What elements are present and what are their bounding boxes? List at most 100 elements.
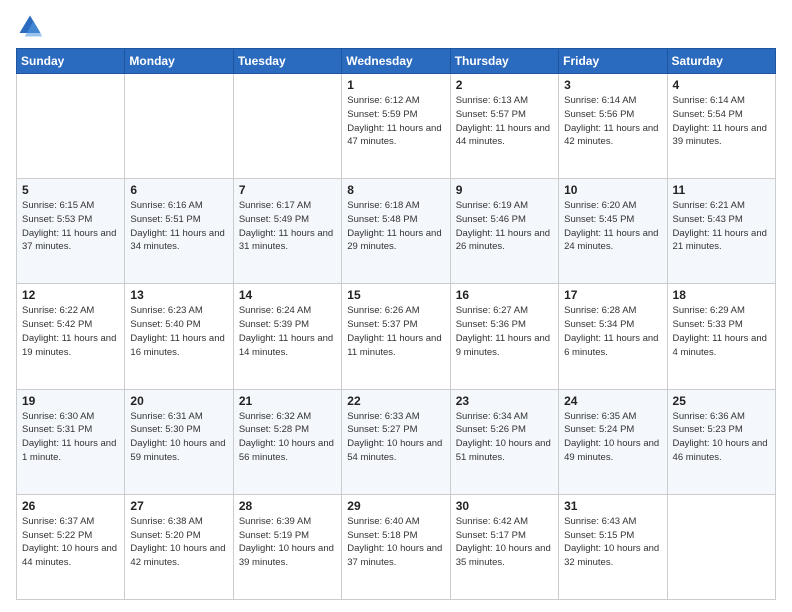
- day-info: Sunrise: 6:12 AM Sunset: 5:59 PM Dayligh…: [347, 94, 444, 149]
- weekday-header-sunday: Sunday: [17, 49, 125, 74]
- day-number: 23: [456, 394, 553, 408]
- weekday-header-friday: Friday: [559, 49, 667, 74]
- calendar-cell: 2 Sunrise: 6:13 AM Sunset: 5:57 PM Daylig…: [450, 74, 558, 179]
- calendar-cell: 30 Sunrise: 6:42 AM Sunset: 5:17 PM Dayli…: [450, 494, 558, 599]
- day-info: Sunrise: 6:22 AM Sunset: 5:42 PM Dayligh…: [22, 304, 119, 359]
- day-number: 15: [347, 288, 444, 302]
- day-number: 12: [22, 288, 119, 302]
- day-info: Sunrise: 6:35 AM Sunset: 5:24 PM Dayligh…: [564, 410, 661, 465]
- day-info: Sunrise: 6:40 AM Sunset: 5:18 PM Dayligh…: [347, 515, 444, 570]
- logo: [16, 12, 48, 40]
- logo-icon: [16, 12, 44, 40]
- calendar-week-3: 12 Sunrise: 6:22 AM Sunset: 5:42 PM Dayli…: [17, 284, 776, 389]
- calendar-cell: 19 Sunrise: 6:30 AM Sunset: 5:31 PM Dayli…: [17, 389, 125, 494]
- calendar-body: 1 Sunrise: 6:12 AM Sunset: 5:59 PM Daylig…: [17, 74, 776, 600]
- header: [16, 12, 776, 40]
- day-number: 9: [456, 183, 553, 197]
- calendar-week-5: 26 Sunrise: 6:37 AM Sunset: 5:22 PM Dayli…: [17, 494, 776, 599]
- page: SundayMondayTuesdayWednesdayThursdayFrid…: [0, 0, 792, 612]
- day-info: Sunrise: 6:26 AM Sunset: 5:37 PM Dayligh…: [347, 304, 444, 359]
- day-number: 17: [564, 288, 661, 302]
- weekday-header-row: SundayMondayTuesdayWednesdayThursdayFrid…: [17, 49, 776, 74]
- day-info: Sunrise: 6:33 AM Sunset: 5:27 PM Dayligh…: [347, 410, 444, 465]
- day-number: 18: [673, 288, 770, 302]
- calendar-table: SundayMondayTuesdayWednesdayThursdayFrid…: [16, 48, 776, 600]
- calendar-week-2: 5 Sunrise: 6:15 AM Sunset: 5:53 PM Daylig…: [17, 179, 776, 284]
- day-info: Sunrise: 6:42 AM Sunset: 5:17 PM Dayligh…: [456, 515, 553, 570]
- day-info: Sunrise: 6:30 AM Sunset: 5:31 PM Dayligh…: [22, 410, 119, 465]
- day-info: Sunrise: 6:15 AM Sunset: 5:53 PM Dayligh…: [22, 199, 119, 254]
- calendar-cell: 6Sunrise: 6:16 AM Sunset: 5:51 PM Daylig…: [125, 179, 233, 284]
- calendar-cell: 16Sunrise: 6:27 AM Sunset: 5:36 PM Dayli…: [450, 284, 558, 389]
- day-number: 3: [564, 78, 661, 92]
- calendar-cell: 25 Sunrise: 6:36 AM Sunset: 5:23 PM Dayli…: [667, 389, 775, 494]
- day-info: Sunrise: 6:24 AM Sunset: 5:39 PM Dayligh…: [239, 304, 336, 359]
- day-number: 22: [347, 394, 444, 408]
- day-info: Sunrise: 6:14 AM Sunset: 5:54 PM Dayligh…: [673, 94, 770, 149]
- calendar-cell: 22 Sunrise: 6:33 AM Sunset: 5:27 PM Dayli…: [342, 389, 450, 494]
- calendar-cell: [233, 74, 341, 179]
- calendar-cell: 4Sunrise: 6:14 AM Sunset: 5:54 PM Daylig…: [667, 74, 775, 179]
- calendar-cell: 3 Sunrise: 6:14 AM Sunset: 5:56 PM Daylig…: [559, 74, 667, 179]
- calendar-cell: 23 Sunrise: 6:34 AM Sunset: 5:26 PM Dayli…: [450, 389, 558, 494]
- day-info: Sunrise: 6:43 AM Sunset: 5:15 PM Dayligh…: [564, 515, 661, 570]
- calendar-cell: [667, 494, 775, 599]
- weekday-header-monday: Monday: [125, 49, 233, 74]
- calendar-cell: 26 Sunrise: 6:37 AM Sunset: 5:22 PM Dayli…: [17, 494, 125, 599]
- day-info: Sunrise: 6:38 AM Sunset: 5:20 PM Dayligh…: [130, 515, 227, 570]
- day-info: Sunrise: 6:36 AM Sunset: 5:23 PM Dayligh…: [673, 410, 770, 465]
- day-number: 5: [22, 183, 119, 197]
- day-number: 24: [564, 394, 661, 408]
- day-info: Sunrise: 6:39 AM Sunset: 5:19 PM Dayligh…: [239, 515, 336, 570]
- day-info: Sunrise: 6:17 AM Sunset: 5:49 PM Dayligh…: [239, 199, 336, 254]
- day-number: 28: [239, 499, 336, 513]
- day-info: Sunrise: 6:14 AM Sunset: 5:56 PM Dayligh…: [564, 94, 661, 149]
- calendar-cell: 5 Sunrise: 6:15 AM Sunset: 5:53 PM Daylig…: [17, 179, 125, 284]
- calendar-cell: 20 Sunrise: 6:31 AM Sunset: 5:30 PM Dayli…: [125, 389, 233, 494]
- day-number: 2: [456, 78, 553, 92]
- day-number: 27: [130, 499, 227, 513]
- day-info: Sunrise: 6:29 AM Sunset: 5:33 PM Dayligh…: [673, 304, 770, 359]
- calendar-cell: 10Sunrise: 6:20 AM Sunset: 5:45 PM Dayli…: [559, 179, 667, 284]
- calendar-cell: 9Sunrise: 6:19 AM Sunset: 5:46 PM Daylig…: [450, 179, 558, 284]
- calendar-cell: [17, 74, 125, 179]
- day-info: Sunrise: 6:34 AM Sunset: 5:26 PM Dayligh…: [456, 410, 553, 465]
- calendar-week-4: 19 Sunrise: 6:30 AM Sunset: 5:31 PM Dayli…: [17, 389, 776, 494]
- weekday-header-wednesday: Wednesday: [342, 49, 450, 74]
- calendar-cell: 12 Sunrise: 6:22 AM Sunset: 5:42 PM Dayli…: [17, 284, 125, 389]
- day-number: 30: [456, 499, 553, 513]
- day-info: Sunrise: 6:13 AM Sunset: 5:57 PM Dayligh…: [456, 94, 553, 149]
- day-number: 19: [22, 394, 119, 408]
- day-number: 26: [22, 499, 119, 513]
- calendar-cell: 24 Sunrise: 6:35 AM Sunset: 5:24 PM Dayli…: [559, 389, 667, 494]
- day-info: Sunrise: 6:37 AM Sunset: 5:22 PM Dayligh…: [22, 515, 119, 570]
- calendar-cell: 15 Sunrise: 6:26 AM Sunset: 5:37 PM Dayli…: [342, 284, 450, 389]
- day-info: Sunrise: 6:31 AM Sunset: 5:30 PM Dayligh…: [130, 410, 227, 465]
- day-info: Sunrise: 6:23 AM Sunset: 5:40 PM Dayligh…: [130, 304, 227, 359]
- weekday-header-thursday: Thursday: [450, 49, 558, 74]
- weekday-header-tuesday: Tuesday: [233, 49, 341, 74]
- day-number: 10: [564, 183, 661, 197]
- day-number: 14: [239, 288, 336, 302]
- calendar-cell: 11Sunrise: 6:21 AM Sunset: 5:43 PM Dayli…: [667, 179, 775, 284]
- day-info: Sunrise: 6:21 AM Sunset: 5:43 PM Dayligh…: [673, 199, 770, 254]
- calendar-cell: 21 Sunrise: 6:32 AM Sunset: 5:28 PM Dayli…: [233, 389, 341, 494]
- calendar-cell: 31Sunrise: 6:43 AM Sunset: 5:15 PM Dayli…: [559, 494, 667, 599]
- day-number: 25: [673, 394, 770, 408]
- day-number: 16: [456, 288, 553, 302]
- day-number: 20: [130, 394, 227, 408]
- weekday-header-saturday: Saturday: [667, 49, 775, 74]
- day-number: 6: [130, 183, 227, 197]
- calendar-week-1: 1 Sunrise: 6:12 AM Sunset: 5:59 PM Daylig…: [17, 74, 776, 179]
- calendar-cell: [125, 74, 233, 179]
- calendar-cell: 29Sunrise: 6:40 AM Sunset: 5:18 PM Dayli…: [342, 494, 450, 599]
- day-info: Sunrise: 6:28 AM Sunset: 5:34 PM Dayligh…: [564, 304, 661, 359]
- calendar-cell: 14 Sunrise: 6:24 AM Sunset: 5:39 PM Dayli…: [233, 284, 341, 389]
- day-info: Sunrise: 6:32 AM Sunset: 5:28 PM Dayligh…: [239, 410, 336, 465]
- day-number: 21: [239, 394, 336, 408]
- day-number: 8: [347, 183, 444, 197]
- day-info: Sunrise: 6:18 AM Sunset: 5:48 PM Dayligh…: [347, 199, 444, 254]
- day-number: 1: [347, 78, 444, 92]
- calendar-cell: 28 Sunrise: 6:39 AM Sunset: 5:19 PM Dayli…: [233, 494, 341, 599]
- calendar-cell: 18 Sunrise: 6:29 AM Sunset: 5:33 PM Dayli…: [667, 284, 775, 389]
